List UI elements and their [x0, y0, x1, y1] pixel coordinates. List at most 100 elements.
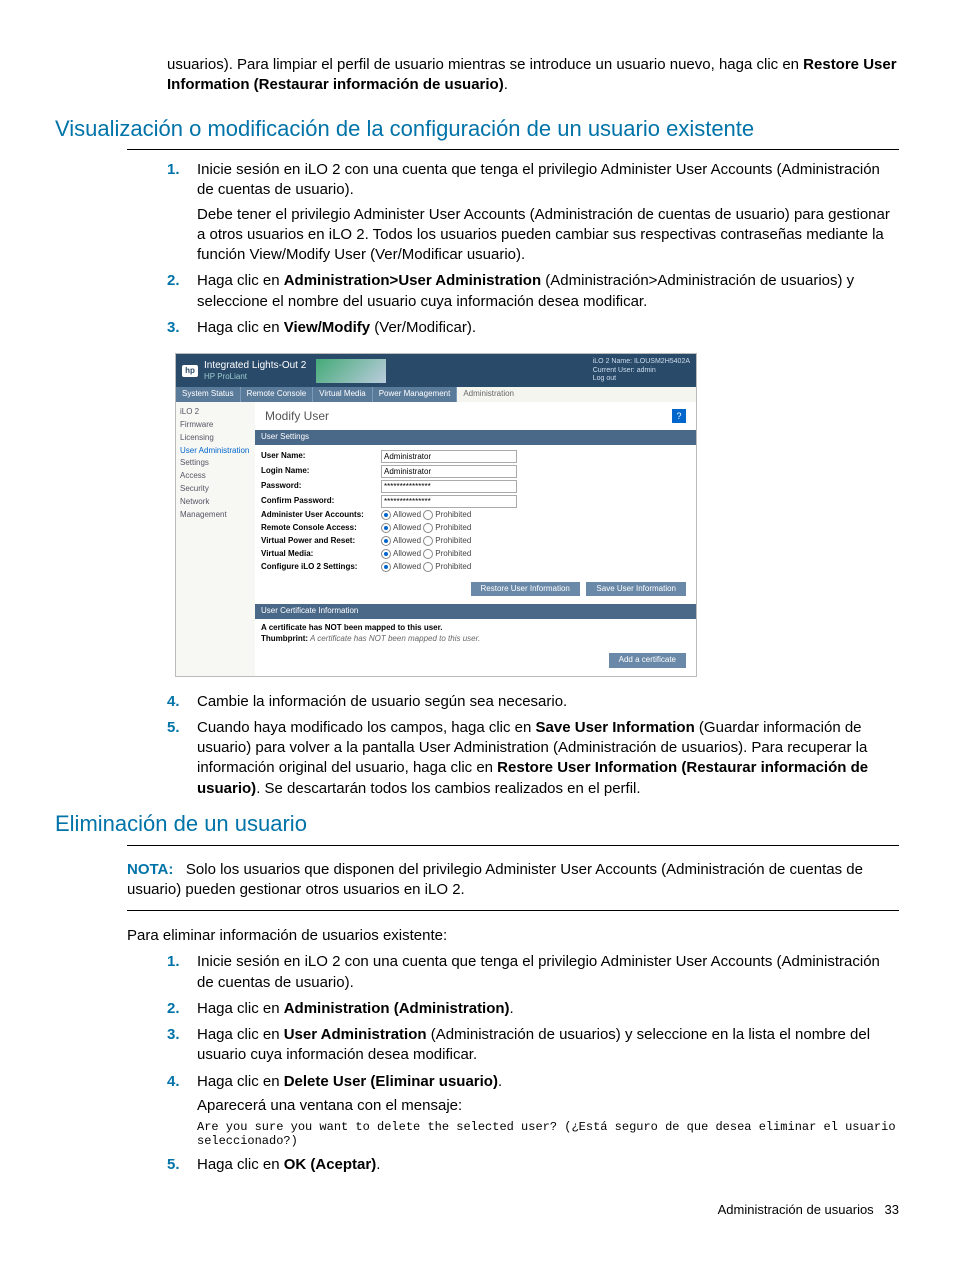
ss-body: iLO 2 Firmware Licensing User Administra…	[176, 402, 696, 676]
ss-tabs: System Status Remote Console Virtual Med…	[176, 387, 696, 402]
footer-text: Administración de usuarios	[718, 1202, 874, 1217]
ss-form: User Name: Login Name: Password: Confirm…	[255, 445, 696, 578]
step-5-t1: Cuando haya modificado los campos, haga …	[197, 719, 536, 736]
radio-prohibited-icon[interactable]	[423, 536, 433, 546]
row-power: Virtual Power and Reset: Allowed Prohibi…	[261, 535, 690, 548]
s2-step-4-after: .	[498, 1073, 502, 1090]
lbl-password: Password:	[261, 481, 381, 492]
restore-user-button[interactable]: Restore User Information	[471, 582, 580, 597]
txt-prohibited3: Prohibited	[435, 536, 471, 545]
lbl-config: Configure iLO 2 Settings:	[261, 562, 381, 573]
row-config: Configure iLO 2 Settings: Allowed Prohib…	[261, 561, 690, 574]
note-block: NOTA: Solo los usuarios que disponen del…	[127, 856, 899, 901]
txt-allowed: Allowed	[393, 510, 421, 519]
section1-steps: 1. Inicie sesión en iLO 2 con una cuenta…	[167, 160, 899, 338]
ss-header-info: iLO 2 Name: ILOUSM2H5402A Current User: …	[593, 358, 690, 383]
ss-side-settings[interactable]: Settings	[178, 457, 253, 470]
radio-allowed-icon[interactable]	[381, 549, 391, 559]
step-1-num: 1.	[167, 160, 180, 180]
radio-allowed-icon[interactable]	[381, 536, 391, 546]
lbl-login-name: Login Name:	[261, 466, 381, 477]
ss-info3: Log out	[593, 375, 690, 383]
ss-main: Modify User ? User Settings User Name: L…	[255, 402, 696, 676]
add-certificate-button[interactable]: Add a certificate	[609, 653, 686, 668]
help-icon[interactable]: ?	[672, 409, 686, 423]
step-1-p2: Debe tener el privilegio Administer User…	[197, 205, 899, 266]
s2-step-2-before: Haga clic en	[197, 1000, 284, 1017]
ss-tab-administration[interactable]: Administration	[457, 387, 696, 402]
input-login-name[interactable]	[381, 465, 517, 478]
ss-side-management[interactable]: Management	[178, 509, 253, 522]
s2-step-2-after: .	[510, 1000, 514, 1017]
ss-side-network[interactable]: Network	[178, 496, 253, 509]
ss-tab-virtual-media[interactable]: Virtual Media	[313, 387, 373, 402]
radio-prohibited-icon[interactable]	[423, 510, 433, 520]
s2-step-1-num: 1.	[167, 952, 180, 972]
ss-page-title-row: Modify User ?	[255, 402, 696, 430]
s2-step-4-bold: Delete User (Eliminar usuario)	[284, 1073, 498, 1090]
txt-prohibited2: Prohibited	[435, 523, 471, 532]
ss-sidebar: iLO 2 Firmware Licensing User Administra…	[176, 402, 255, 676]
step-3-after: (Ver/Modificar).	[370, 319, 476, 336]
step-4-num: 4.	[167, 692, 180, 712]
input-confirm[interactable]	[381, 495, 517, 508]
note-label: NOTA:	[127, 861, 173, 878]
row-remote: Remote Console Access: Allowed Prohibite…	[261, 522, 690, 535]
ss-banner-image	[316, 359, 386, 383]
ss-header-title-wrap: Integrated Lights-Out 2 HP ProLiant	[204, 359, 306, 383]
ss-side-firmware[interactable]: Firmware	[178, 419, 253, 432]
ss-tab-remote-console[interactable]: Remote Console	[241, 387, 314, 402]
step-5-b1: Save User Information	[536, 719, 695, 736]
s2-step-4-before: Haga clic en	[197, 1073, 284, 1090]
input-password[interactable]	[381, 480, 517, 493]
ss-user-settings-bar: User Settings	[255, 430, 696, 445]
radio-prohibited-icon[interactable]	[423, 523, 433, 533]
step-1: 1. Inicie sesión en iLO 2 con una cuenta…	[167, 160, 899, 265]
step-2-before: Haga clic en	[197, 272, 284, 289]
txt-prohibited5: Prohibited	[435, 562, 471, 571]
page-footer: Administración de usuarios 33	[55, 1201, 899, 1219]
ss-header-title: Integrated Lights-Out 2	[204, 360, 306, 371]
lbl-remote: Remote Console Access:	[261, 523, 381, 534]
txt-allowed3: Allowed	[393, 536, 421, 545]
s2-step-4-code: Are you sure you want to delete the sele…	[197, 1120, 899, 1149]
ss-cert-text: A certificate has NOT been mapped to thi…	[255, 619, 696, 649]
section2-rule-2	[127, 910, 899, 911]
section2-heading: Eliminación de un usuario	[55, 809, 899, 839]
radio-allowed-icon[interactable]	[381, 523, 391, 533]
ctrl-power: Allowed Prohibited	[381, 536, 471, 547]
footer-page: 33	[885, 1202, 899, 1217]
step-5-t3: . Se descartarán todos los cambios reali…	[256, 780, 640, 797]
s2-step-4: 4. Haga clic en Delete User (Eliminar us…	[167, 1072, 899, 1149]
ss-side-licensing[interactable]: Licensing	[178, 432, 253, 445]
s2-step-5-num: 5.	[167, 1155, 180, 1175]
ss-cert-bar: User Certificate Information	[255, 604, 696, 619]
ss-tab-system-status[interactable]: System Status	[176, 387, 241, 402]
radio-prohibited-icon[interactable]	[423, 549, 433, 559]
intro-paragraph: usuarios). Para limpiar el perfil de usu…	[167, 55, 899, 96]
ss-header: hp Integrated Lights-Out 2 HP ProLiant i…	[176, 354, 696, 387]
note-text: Solo los usuarios que disponen del privi…	[127, 861, 863, 898]
row-confirm: Confirm Password:	[261, 494, 690, 509]
section1-heading: Visualización o modificación de la confi…	[55, 114, 899, 144]
ss-side-user-admin[interactable]: User Administration	[178, 445, 253, 458]
ss-side-security[interactable]: Security	[178, 483, 253, 496]
s2-step-3-num: 3.	[167, 1025, 180, 1045]
radio-allowed-icon[interactable]	[381, 510, 391, 520]
ss-tab-power-management[interactable]: Power Management	[373, 387, 458, 402]
ss-side-ilo2[interactable]: iLO 2	[178, 406, 253, 419]
input-user-name[interactable]	[381, 450, 517, 463]
ss-info2: Current User: admin	[593, 367, 690, 375]
s2-step-4-num: 4.	[167, 1072, 180, 1092]
ss-buttons-row1: Restore User Information Save User Infor…	[255, 578, 696, 605]
save-user-button[interactable]: Save User Information	[586, 582, 686, 597]
ss-side-access[interactable]: Access	[178, 470, 253, 483]
intro-text-after: .	[504, 76, 508, 93]
section2-intro-para: Para eliminar información de usuarios ex…	[127, 926, 899, 946]
lbl-vmedia: Virtual Media:	[261, 549, 381, 560]
radio-prohibited-icon[interactable]	[423, 562, 433, 572]
ctrl-config: Allowed Prohibited	[381, 562, 471, 573]
s2-step-3-bold: User Administration	[284, 1026, 427, 1043]
s2-step-2-bold: Administration (Administration)	[284, 1000, 510, 1017]
radio-allowed-icon[interactable]	[381, 562, 391, 572]
